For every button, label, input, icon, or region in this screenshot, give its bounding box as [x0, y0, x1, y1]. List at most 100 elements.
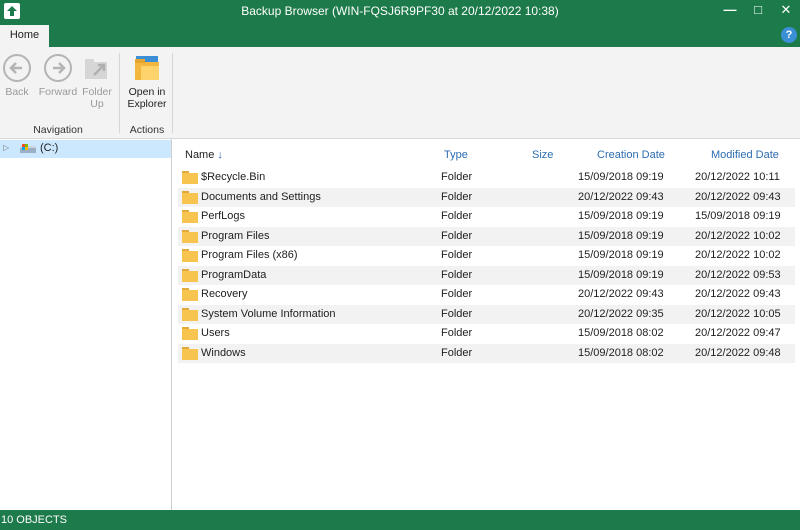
- cell-name: Recovery: [201, 288, 248, 300]
- column-header-type[interactable]: Type: [444, 149, 468, 161]
- cell-created: 15/09/2018 09:19: [578, 249, 664, 261]
- table-row[interactable]: ProgramData Folder 15/09/2018 09:19 20/12/2…: [178, 265, 795, 285]
- back-button[interactable]: Back: [2, 53, 32, 98]
- cell-type: Folder: [441, 229, 473, 242]
- table-row[interactable]: Windows Folder 15/09/2018 08:02 20/12/2022 …: [178, 343, 795, 363]
- cell-created: 15/09/2018 08:02: [578, 346, 664, 359]
- forward-label: Forward: [38, 86, 78, 98]
- file-list: Name ↓ Type Size Creation Date Modified D…: [173, 139, 800, 510]
- open-in-explorer-label-line2: Explorer: [127, 98, 167, 110]
- table-row[interactable]: Program Files (x86) Folder 15/09/2018 09:1…: [178, 246, 795, 265]
- cell-modified: 20/12/2022 09:48: [695, 346, 781, 359]
- cell-type: Folder: [441, 249, 473, 261]
- sort-descending-icon: ↓: [217, 149, 223, 161]
- open-folder-icon: [135, 56, 159, 80]
- cell-type: Folder: [441, 210, 473, 222]
- table-row[interactable]: $Recycle.Bin Folder 15/09/2018 09:19 20/12/…: [178, 168, 795, 187]
- status-bar: 10 OBJECTS: [0, 510, 800, 530]
- open-in-explorer-label-line1: Open in: [128, 86, 166, 98]
- folder-icon: [182, 268, 198, 282]
- cell-modified: 20/12/2022 09:47: [695, 327, 781, 339]
- cell-name: Windows: [201, 346, 246, 359]
- title-bar: Backup Browser (WIN-FQSJ6R9PF30 at 20/12…: [0, 0, 800, 23]
- table-row[interactable]: Documents and Settings Folder 20/12/2022 0…: [178, 187, 795, 207]
- cell-modified: 20/12/2022 10:11: [695, 171, 780, 183]
- column-header-modified-date[interactable]: Modified Date: [711, 149, 779, 161]
- folder-up-button[interactable]: Folder Up: [80, 53, 114, 110]
- expand-arrow-icon[interactable]: ▷: [3, 143, 9, 152]
- column-header-creation-date[interactable]: Creation Date: [597, 149, 665, 161]
- tree-item-drive-c[interactable]: ▷ (C:): [0, 140, 171, 158]
- help-icon[interactable]: ?: [781, 27, 797, 43]
- cell-type: Folder: [441, 171, 473, 183]
- table-row[interactable]: Recovery Folder 20/12/2022 09:43 20/12/2022…: [178, 285, 795, 304]
- cell-type: Folder: [441, 190, 473, 203]
- cell-created: 20/12/2022 09:43: [578, 190, 664, 203]
- column-header-name-label: Name: [185, 149, 215, 161]
- column-header-size[interactable]: Size: [532, 149, 553, 161]
- cell-modified: 20/12/2022 10:05: [695, 307, 781, 320]
- cell-name: System Volume Information: [201, 307, 336, 320]
- cell-type: Folder: [441, 346, 473, 359]
- navigation-group-label: Navigation: [33, 124, 83, 136]
- folder-icon: [182, 307, 198, 321]
- forward-button[interactable]: Forward: [38, 53, 78, 98]
- cell-name: Documents and Settings: [201, 190, 321, 203]
- folder-icon: [182, 346, 198, 360]
- ribbon: Back Forward Folder Up Navigation Open i…: [0, 47, 800, 139]
- cell-type: Folder: [441, 288, 473, 300]
- cell-name: ProgramData: [201, 268, 267, 281]
- cell-name: $Recycle.Bin: [201, 171, 266, 183]
- ribbon-tab-bar: Home ?: [0, 23, 800, 47]
- folder-icon: [182, 327, 198, 340]
- table-row[interactable]: Program Files Folder 15/09/2018 09:19 20/12…: [178, 226, 795, 246]
- cell-created: 20/12/2022 09:43: [578, 288, 664, 300]
- cell-created: 15/09/2018 09:19: [578, 210, 664, 222]
- back-arrow-icon: [3, 54, 31, 82]
- folder-icon: [182, 210, 198, 223]
- object-count: 10 OBJECTS: [1, 514, 68, 526]
- tree-item-label: (C:): [40, 142, 59, 154]
- cell-created: 15/09/2018 09:19: [578, 171, 664, 183]
- folder-icon: [182, 171, 198, 184]
- folder-icon: [182, 190, 198, 204]
- cell-type: Folder: [441, 307, 473, 320]
- cell-modified: 20/12/2022 09:43: [695, 190, 781, 203]
- table-row[interactable]: PerfLogs Folder 15/09/2018 09:19 15/09/2018…: [178, 207, 795, 226]
- table-row[interactable]: Users Folder 15/09/2018 08:02 20/12/2022 09…: [178, 324, 795, 343]
- open-in-explorer-button[interactable]: Open in Explorer: [124, 53, 170, 110]
- ribbon-group-separator: [119, 53, 120, 133]
- folder-icon: [182, 229, 198, 243]
- cell-created: 15/09/2018 09:19: [578, 229, 664, 242]
- cell-name: Program Files: [201, 229, 270, 242]
- cell-modified: 20/12/2022 09:43: [695, 288, 781, 300]
- tab-home[interactable]: Home: [0, 25, 49, 47]
- back-label: Back: [5, 86, 29, 98]
- actions-group-label: Actions: [129, 124, 165, 136]
- cell-created: 15/09/2018 08:02: [578, 327, 664, 339]
- ribbon-group-separator: [172, 53, 173, 133]
- folder-up-label-line2: Up: [90, 98, 104, 110]
- cell-created: 15/09/2018 09:19: [578, 268, 664, 281]
- window-title: Backup Browser (WIN-FQSJ6R9PF30 at 20/12…: [241, 4, 559, 18]
- cell-name: Program Files (x86): [201, 249, 298, 261]
- cell-type: Folder: [441, 327, 473, 339]
- minimize-button[interactable]: —: [716, 0, 744, 22]
- folder-up-label-line1: Folder: [82, 86, 112, 98]
- cell-modified: 20/12/2022 10:02: [695, 229, 781, 242]
- cell-name: PerfLogs: [201, 210, 246, 222]
- cell-name: Users: [201, 327, 230, 339]
- cell-type: Folder: [441, 268, 473, 281]
- folder-icon: [182, 288, 198, 301]
- cell-created: 20/12/2022 09:35: [578, 307, 664, 320]
- column-header-name[interactable]: Name ↓: [185, 149, 223, 161]
- drive-icon: [20, 144, 36, 153]
- cell-modified: 15/09/2018 09:19: [695, 210, 781, 222]
- folder-icon: [182, 249, 198, 262]
- maximize-button[interactable]: □: [744, 0, 772, 22]
- close-button[interactable]: ✕: [772, 0, 800, 22]
- cell-modified: 20/12/2022 10:02: [695, 249, 781, 261]
- forward-arrow-icon: [44, 54, 72, 82]
- cell-modified: 20/12/2022 09:53: [695, 268, 781, 281]
- table-row[interactable]: System Volume Information Folder 20/12/202…: [178, 304, 795, 324]
